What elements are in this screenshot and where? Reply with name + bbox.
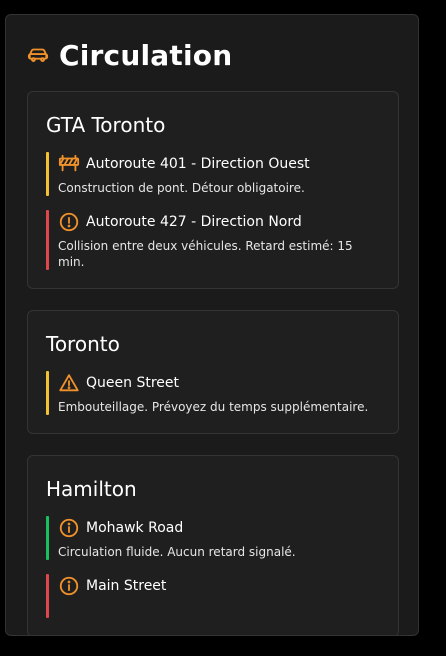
incident-title: Mohawk Road [86,520,184,536]
incident-item[interactable]: Autoroute 401 - Direction Ouest Construct… [46,152,380,196]
incident-title: Autoroute 427 - Direction Nord [86,214,302,230]
incident-item[interactable]: Autoroute 427 - Direction Nord Collision … [46,210,380,270]
traffic-panel: Circulation GTA Toronto Autoroute 401 - D… [5,14,419,636]
incident-description: Embouteillage. Prévoyez du temps supplém… [58,400,369,414]
warning-triangle-icon [58,372,80,394]
status-indicator-bar [46,371,49,415]
region-card: Hamilton Mohawk Road Circulation fluide. A… [27,455,399,635]
region-name: GTA Toronto [46,113,166,137]
status-indicator-bar [46,574,49,618]
status-indicator-bar [46,210,49,270]
regions-list: GTA Toronto Autoroute 401 - Direction Oue… [27,91,399,635]
incident-item[interactable]: Queen Street Embouteillage. Prévoyez du t… [46,371,380,415]
incident-title: Queen Street [86,375,179,391]
info-circle-icon [58,575,80,597]
region-card: GTA Toronto Autoroute 401 - Direction Oue… [27,91,399,289]
alert-circle-icon [58,211,80,233]
roadblock-icon [58,153,80,175]
region-name: Hamilton [46,477,137,501]
region-name: Toronto [46,332,120,356]
incident-title: Main Street [86,578,167,594]
region-card: Toronto Queen Street Embouteillage. Prévoy… [27,310,399,434]
status-indicator-bar [46,516,49,560]
panel-title: Circulation [59,38,233,72]
incident-title: Autoroute 401 - Direction Ouest [86,156,310,172]
incident-description: Circulation fluide. Aucun retard signalé… [58,545,296,559]
info-circle-icon [58,517,80,539]
incident-item[interactable]: Main Street [46,574,380,618]
incident-description: Construction de pont. Détour obligatoire… [58,181,305,195]
panel-header: Circulation [27,35,232,75]
status-indicator-bar [46,152,49,196]
incident-item[interactable]: Mohawk Road Circulation fluide. Aucun ret… [46,516,380,560]
car-icon [27,44,49,66]
incident-description: Collision entre deux véhicules. Retard e… [58,239,353,269]
